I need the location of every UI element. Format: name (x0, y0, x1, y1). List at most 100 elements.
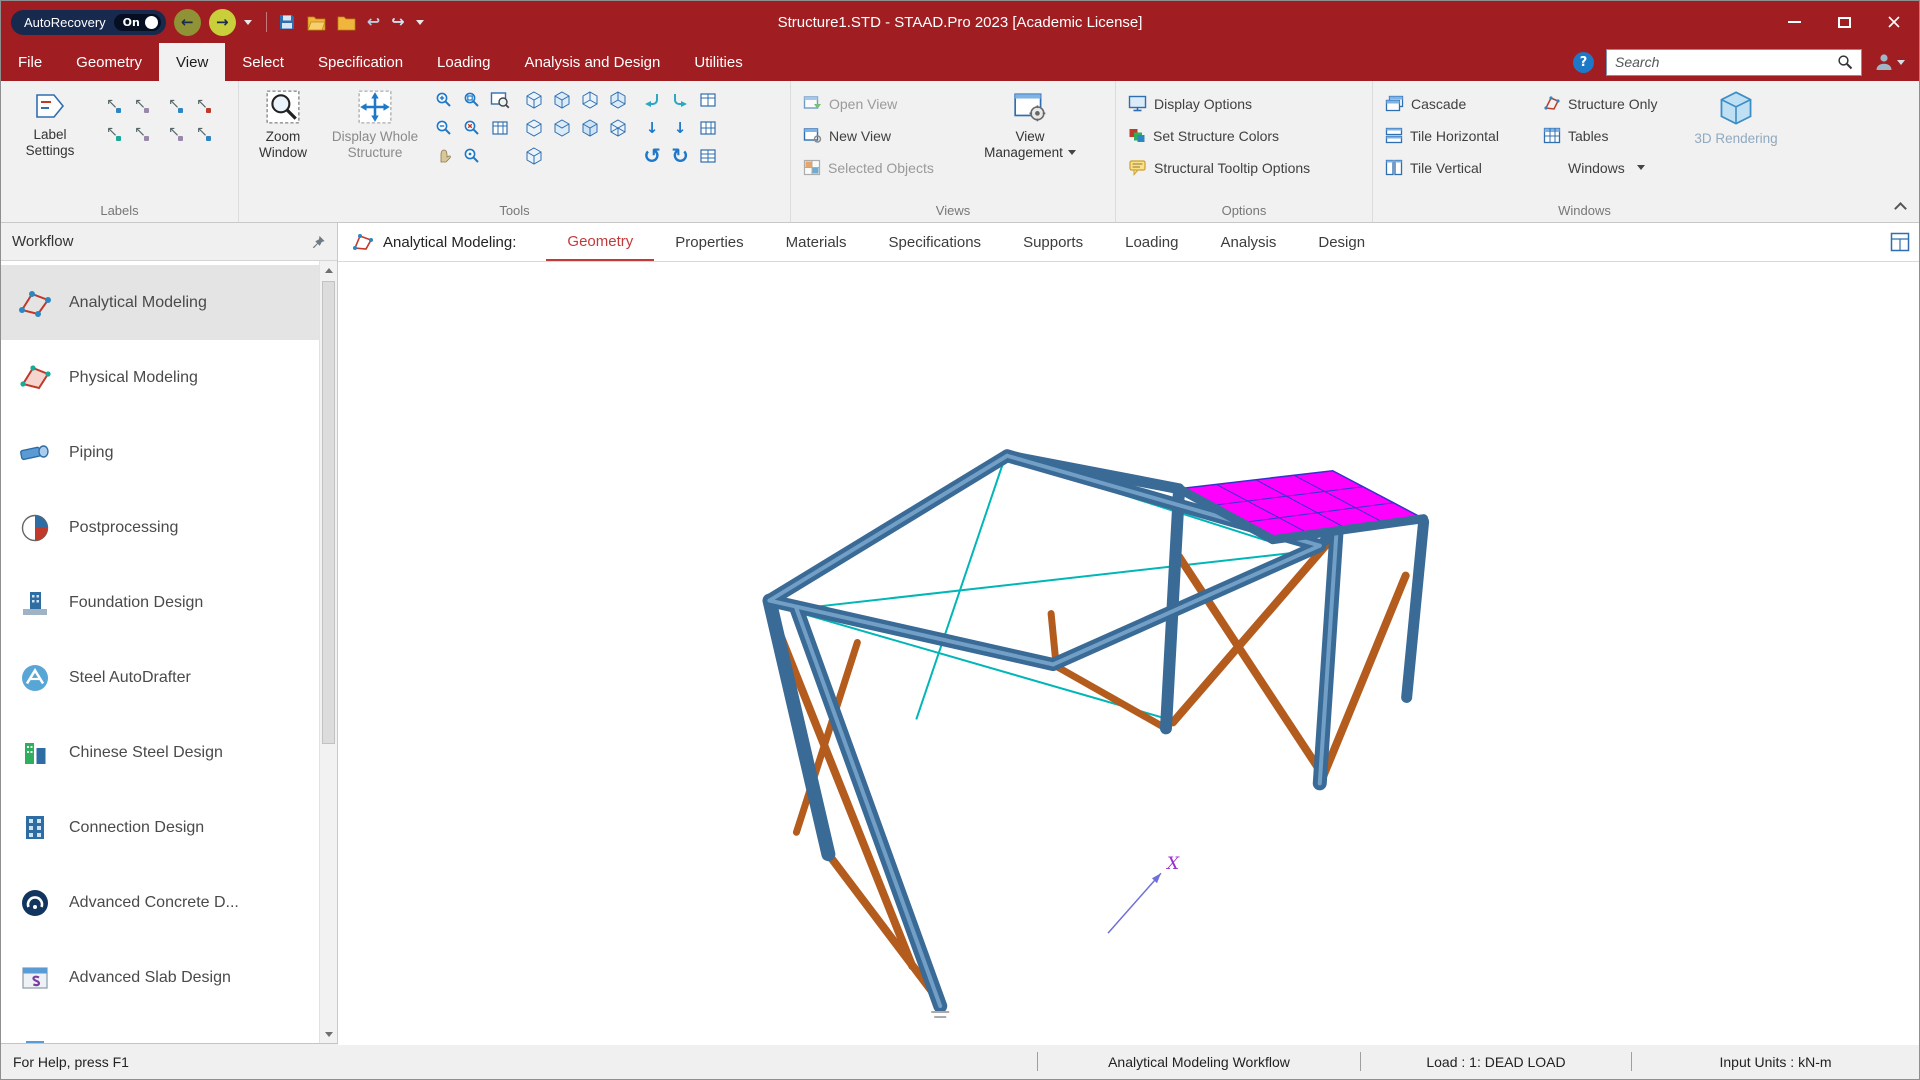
grid-small-icon-2[interactable] (695, 143, 721, 169)
workflow-scrollbar[interactable] (319, 261, 337, 1043)
load-label-cursor-icon[interactable]: ↖ (189, 91, 215, 117)
tab-loading[interactable]: Loading (1104, 223, 1199, 261)
pin-icon[interactable] (311, 234, 326, 250)
zoom-out-icon[interactable] (431, 115, 457, 141)
view-cube-iso-icon[interactable] (577, 115, 603, 141)
status-units-text[interactable]: Input Units : kN-m (1632, 1044, 1919, 1079)
workflow-item-advanced-slab-design[interactable]: Advanced Slab Design (1, 940, 337, 1015)
menu-analysis-and-design[interactable]: Analysis and Design (507, 43, 677, 81)
tab-specifications[interactable]: Specifications (868, 223, 1003, 261)
zoom-cancel-icon[interactable] (459, 115, 485, 141)
rendering-3d-button[interactable]: 3D Rendering (1692, 87, 1780, 147)
workflow-item-foundation-design[interactable]: Foundation Design (1, 565, 337, 640)
model-viewport[interactable]: X (338, 262, 1919, 1045)
open-view-button[interactable]: Open View (799, 89, 967, 118)
menu-utilities[interactable]: Utilities (677, 43, 759, 81)
rotate-cw-icon[interactable]: ↻ (667, 143, 693, 169)
dynamic-zoom-icon[interactable] (459, 143, 485, 169)
zoom-extents-icon[interactable] (459, 87, 485, 113)
label-settings-button[interactable]: Label Settings (9, 87, 91, 158)
view-cube-top-icon[interactable] (577, 87, 603, 113)
workflow-item-analytical-modeling[interactable]: Analytical Modeling (1, 265, 337, 340)
tab-materials[interactable]: Materials (765, 223, 868, 261)
tile-vertical-button[interactable]: Tile Vertical (1381, 153, 1531, 182)
workflow-item-connection-design[interactable]: Connection Design (1, 790, 337, 865)
view-cube-back-icon[interactable] (549, 87, 575, 113)
search-icon[interactable] (1837, 54, 1853, 70)
save-icon[interactable] (278, 13, 296, 31)
search-input[interactable] (1615, 54, 1831, 70)
tab-supports[interactable]: Supports (1002, 223, 1104, 261)
maximize-button[interactable] (1819, 1, 1869, 43)
menu-select[interactable]: Select (225, 43, 301, 81)
help-button[interactable]: ? (1573, 52, 1594, 73)
menu-view[interactable]: View (159, 43, 225, 81)
beam-label-cursor-icon[interactable]: ↖ (127, 91, 153, 117)
folder-icon[interactable] (337, 14, 356, 31)
open-folder-icon[interactable] (307, 14, 326, 31)
spin-down-left-icon[interactable]: ↓ (639, 115, 665, 141)
pan-hand-icon[interactable] (431, 143, 457, 169)
new-view-button[interactable]: New View (799, 121, 967, 150)
back-button[interactable]: ← (174, 9, 201, 36)
previous-view-icon[interactable]: ↩ (367, 14, 380, 30)
zoom-window-small-icon[interactable] (487, 87, 513, 113)
selected-objects-button[interactable]: Selected Objects (799, 153, 967, 182)
view-cube-bottom-icon[interactable] (605, 87, 631, 113)
view-cube-left-icon[interactable] (521, 115, 547, 141)
workflow-item-postprocessing[interactable]: Postprocessing (1, 490, 337, 565)
menu-geometry[interactable]: Geometry (59, 43, 159, 81)
close-button[interactable] (1869, 1, 1919, 43)
scrollbar-thumb[interactable] (322, 281, 335, 744)
history-dropdown-icon[interactable] (244, 20, 252, 25)
scroll-up-button[interactable] (320, 261, 338, 279)
view-cube-axono-icon[interactable] (521, 143, 547, 169)
workflow-item-piping[interactable]: Piping (1, 415, 337, 490)
tables-button[interactable]: Tables (1539, 121, 1684, 150)
cascade-button[interactable]: Cascade (1381, 89, 1531, 118)
user-account-button[interactable] (1874, 52, 1905, 72)
spin-down-right-icon[interactable]: ↓ (667, 115, 693, 141)
menu-file[interactable]: File (1, 43, 59, 81)
dimension-label-cursor-icon[interactable]: ↖ (189, 119, 215, 145)
workflow-item-chinese-steel-design[interactable]: Chinese Steel Design (1, 715, 337, 790)
tile-horizontal-button[interactable]: Tile Horizontal (1381, 121, 1531, 150)
scrollbar-track[interactable] (320, 279, 337, 1025)
node-label-cursor-icon[interactable]: ↖ (99, 91, 125, 117)
quick-access-dropdown-icon[interactable] (416, 20, 424, 25)
solid-label-cursor-icon[interactable]: ↖ (127, 119, 153, 145)
workflow-item-partial[interactable] (1, 1015, 337, 1043)
autorecovery-toggle[interactable]: AutoRecovery On (11, 10, 166, 35)
rotate-up-icon[interactable] (639, 87, 665, 113)
grid-small-icon[interactable] (695, 115, 721, 141)
tab-analysis[interactable]: Analysis (1200, 223, 1298, 261)
zoom-in-icon[interactable] (431, 87, 457, 113)
workflow-item-steel-autodrafter[interactable]: Steel AutoDrafter (1, 640, 337, 715)
view-cube-right-icon[interactable] (549, 115, 575, 141)
display-whole-structure-button[interactable]: Display Whole Structure (327, 87, 423, 160)
view-management-button[interactable]: View Management (975, 87, 1085, 160)
workflow-item-physical-modeling[interactable]: Physical Modeling (1, 340, 337, 415)
rotate-down-icon[interactable] (667, 87, 693, 113)
forward-button[interactable]: → (209, 9, 236, 36)
workflow-item-advanced-concrete-design[interactable]: Advanced Concrete D... (1, 865, 337, 940)
table-view-icon[interactable] (487, 115, 513, 141)
tab-geometry[interactable]: Geometry (546, 223, 654, 261)
scroll-down-button[interactable] (320, 1025, 338, 1043)
support-label-cursor-icon[interactable]: ↖ (161, 91, 187, 117)
set-structure-colors-button[interactable]: Set Structure Colors (1124, 121, 1314, 150)
zoom-window-button[interactable]: Zoom Window (247, 87, 319, 160)
rotate-ccw-icon[interactable]: ↺ (639, 143, 665, 169)
collapse-ribbon-icon[interactable] (1894, 202, 1907, 215)
rotate-table-icon[interactable] (695, 87, 721, 113)
menu-loading[interactable]: Loading (420, 43, 507, 81)
structural-tooltip-options-button[interactable]: Structural Tooltip Options (1124, 153, 1314, 182)
menu-specification[interactable]: Specification (301, 43, 420, 81)
layout-toggle-button[interactable] (1890, 232, 1910, 257)
view-cube-front-icon[interactable] (521, 87, 547, 113)
plate-label-cursor-icon[interactable]: ↖ (99, 119, 125, 145)
next-view-icon[interactable]: ↪ (391, 14, 404, 30)
axis-label-cursor-icon[interactable]: ↖ (161, 119, 187, 145)
windows-menu-button[interactable]: Windows (1539, 153, 1684, 182)
tab-properties[interactable]: Properties (654, 223, 764, 261)
